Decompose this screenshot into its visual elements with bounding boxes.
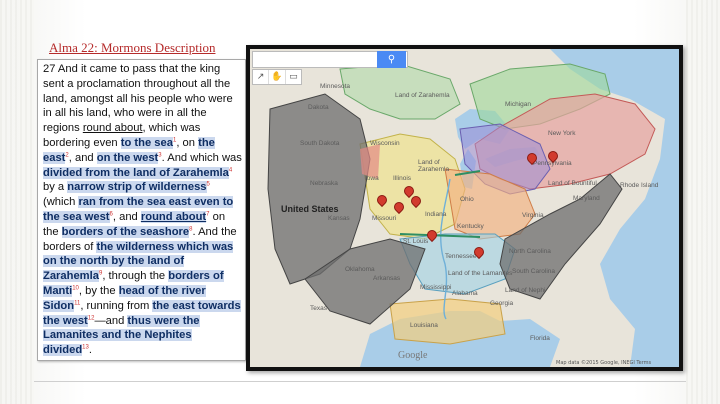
map-label: Land of Bountiful <box>548 180 597 187</box>
pan-tool-icon[interactable]: ✋ <box>269 70 286 84</box>
verse-segment: . And which was <box>161 151 242 164</box>
footnote-marker: 4 <box>228 166 233 173</box>
google-logo: Google <box>398 350 428 361</box>
map-label: Rhode Island <box>620 182 659 189</box>
map-label: Virginia <box>522 212 544 219</box>
verse-highlight: borders of the seashore <box>61 225 190 238</box>
map-label: Kentucky <box>457 223 484 230</box>
map-toolbar: ↗ ✋ ▭ <box>252 69 302 85</box>
map-label: Indiana <box>425 211 447 218</box>
slide-right-decoration <box>686 0 720 404</box>
map-label: Florida <box>530 335 550 342</box>
map-label: Iowa <box>365 175 379 182</box>
map-label: Missouri <box>372 215 397 222</box>
verse-segment: , on <box>176 136 199 149</box>
footnote-marker: 10 <box>72 285 79 292</box>
map-label: New York <box>548 130 576 137</box>
map-label: Tennessee <box>445 253 477 260</box>
map-label: Land of Nephi <box>505 287 546 294</box>
slide-title: Alma 22: Mormons Description <box>49 40 216 55</box>
map-label: Ohio <box>460 196 474 203</box>
verse-highlight: divided from the land of Zarahemla <box>43 166 229 179</box>
search-icon: ⚲ <box>387 54 396 65</box>
map-label: Dakota <box>308 104 329 111</box>
slide-left-decoration <box>0 0 34 404</box>
verse-highlight: on the west <box>96 151 159 164</box>
map-label: South Carolina <box>512 268 555 275</box>
select-tool-icon[interactable]: ↗ <box>253 70 270 84</box>
map-label: Michigan <box>505 101 532 108</box>
verse-highlight: round about <box>140 210 207 223</box>
verse-segment: —and <box>94 314 128 327</box>
verse-segment: by a <box>43 181 68 194</box>
map-label: Zarahemla <box>418 166 450 173</box>
map-label: Kansas <box>328 215 350 222</box>
verse-segment: . <box>88 344 92 357</box>
map-label: Wisconsin <box>370 140 400 147</box>
map-label: Oklahoma <box>345 266 375 273</box>
verse-segment: , by the <box>78 284 119 297</box>
verse-highlight: narrow strip of wilderness <box>67 181 207 194</box>
verse-segment: , running from <box>80 299 153 312</box>
shape-tool-icon[interactable]: ▭ <box>286 70 301 84</box>
map-label: Land of Zarahemla <box>395 92 450 99</box>
map-label: Maryland <box>573 195 600 202</box>
map-label: Texas <box>310 305 327 312</box>
verse-segment: (which <box>43 196 79 209</box>
map-search-button[interactable]: ⚲ <box>377 51 406 68</box>
map-label: Alabama <box>452 290 478 297</box>
map-label: Land of <box>418 159 440 166</box>
slide-bottom-rule <box>34 381 686 382</box>
map-label: South Dakota <box>300 140 340 147</box>
map-label: Illinois <box>393 175 412 182</box>
map-label: Georgia <box>490 300 514 307</box>
verse-segment: , and <box>68 151 97 164</box>
map-label: St. Louis <box>403 238 429 245</box>
region-orange-gulf <box>389 298 506 345</box>
verse-segment: , through the <box>102 270 169 283</box>
verse-segment: round about <box>82 122 143 135</box>
map-label: North Carolina <box>509 248 551 255</box>
map-label: Nebraska <box>310 180 338 187</box>
map-label: Louisiana <box>410 322 438 329</box>
verse-highlight: to the sea <box>120 136 173 149</box>
map-label: Minnesota <box>320 83 350 90</box>
map-label: Land of the Lamanites <box>448 270 513 277</box>
verse-segment: , and <box>112 210 141 223</box>
map-attribution[interactable]: Map data ©2015 Google, INEGI Terms <box>556 360 651 366</box>
footnote-marker: 13 <box>82 344 89 351</box>
region-red-small <box>360 144 380 179</box>
map-label: Mississippi <box>420 284 452 291</box>
map-label: Arkansas <box>373 275 401 282</box>
country-label: United States <box>281 204 339 214</box>
footnote-marker: 5 <box>206 181 210 188</box>
verse-text: 27 And it came to pass that the king sen… <box>43 62 243 358</box>
